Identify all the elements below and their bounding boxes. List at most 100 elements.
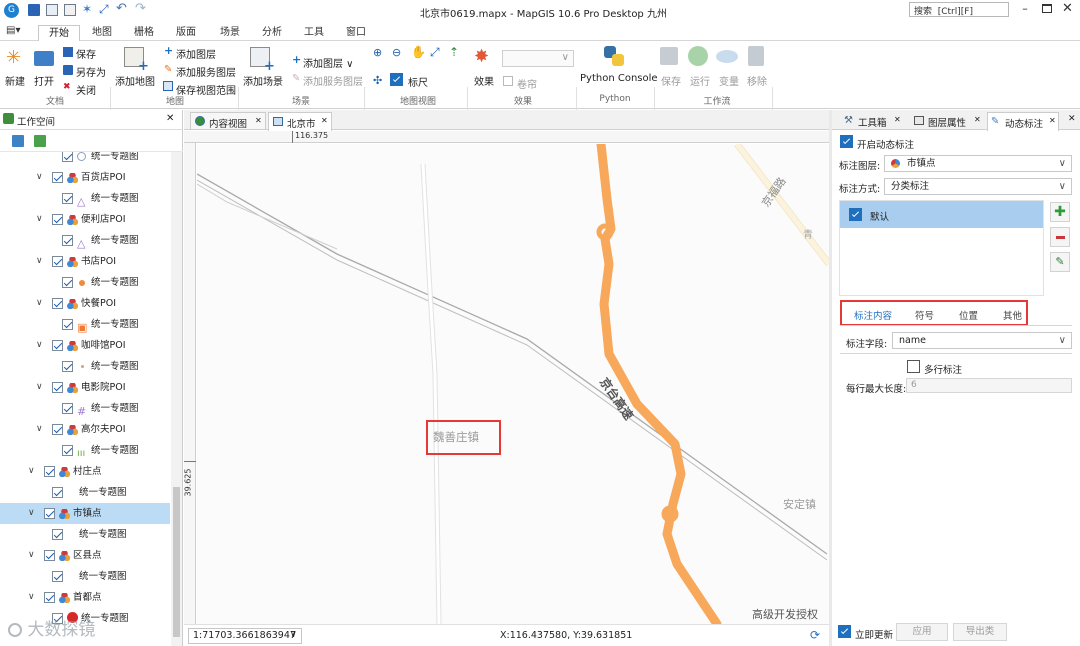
layer-visibility-checkbox[interactable] [62,361,73,372]
scene-add-layer-button[interactable]: 添加图层 ∨ [303,55,354,70]
effect-select[interactable]: ∨ [502,50,574,67]
tab-close-icon[interactable]: ✕ [894,115,901,124]
tree-theme-node[interactable]: 统一专题图 [0,152,170,167]
tree-theme-node[interactable]: # 统一专题图 [0,398,170,419]
variable-button[interactable]: 变量 [719,73,739,88]
minimize-button[interactable]: – [1020,3,1030,14]
zoom-in-icon[interactable]: ⊕ [373,46,382,59]
chevron-down-icon[interactable]: ∨ [28,461,36,476]
refresh-up-icon[interactable]: ⇡ [449,45,459,59]
remove-button[interactable]: 移除 [747,73,767,88]
chevron-down-icon[interactable]: ∨ [36,251,44,266]
undo-icon[interactable]: ↶ [116,1,127,16]
tree-theme-node[interactable]: ııı 统一专题图 [0,440,170,461]
open-icon[interactable] [46,4,58,16]
catalog-view-icon[interactable] [34,135,46,147]
tab-home[interactable]: 开始 [38,25,80,41]
subtab-content[interactable]: 标注内容 [854,308,892,322]
tree-theme-node[interactable]: 统一专题图 [0,482,170,503]
roller-button[interactable]: 卷帘 [517,76,537,91]
tree-layer-node[interactable]: ∨ 区县点 [0,545,170,566]
layer-add-icon[interactable] [64,4,76,16]
panel-close-icon[interactable]: ✕ [1068,114,1076,124]
save-as-button[interactable]: 另存为 [76,64,106,79]
layer-visibility-checkbox[interactable] [62,277,73,288]
sparkle-icon[interactable]: ✶ [82,2,92,16]
scale-ruler-checkbox[interactable] [390,73,403,86]
tab-analysis[interactable]: 分析 [254,25,290,41]
add-scene-button[interactable]: 添加场景 [243,73,283,88]
label-field-select[interactable]: name ∨ [892,332,1072,349]
tab-close-icon[interactable]: ✕ [974,115,981,124]
pan-hand-icon[interactable]: ✋ [411,45,426,59]
tab-beijing[interactable]: 北京市 ✕ [268,112,332,131]
tree-theme-node[interactable]: 统一专题图 [0,524,170,545]
chevron-down-icon[interactable]: ∨ [36,335,44,350]
tree-layer-node[interactable]: ∨ 快餐POI [0,293,170,314]
tree-layer-node[interactable]: ∨ 电影院POI [0,377,170,398]
save-button[interactable]: 保存 [76,46,96,61]
maximize-button[interactable] [1042,4,1052,13]
instant-update-checkbox[interactable] [838,625,851,638]
save-small-icon[interactable] [63,47,73,57]
save-as-icon[interactable] [63,65,73,75]
layer-visibility-checkbox[interactable] [52,382,63,393]
chevron-down-icon[interactable]: ∨ [36,209,44,224]
tab-content-view[interactable]: 内容视图 ✕ [190,112,266,130]
label-layer-select[interactable]: 市镇点 ∨ [884,155,1072,172]
new-button[interactable]: 新建 [5,73,25,88]
tab-window[interactable]: 窗口 [338,25,374,41]
layer-visibility-checkbox[interactable] [52,424,63,435]
add-map-button[interactable]: 添加地图 [115,73,155,88]
tab-dynamic-label[interactable]: ✎ 动态标注 ✕ [987,112,1059,131]
tab-tools[interactable]: 工具 [296,25,332,41]
tree-scrollbar[interactable] [171,152,182,646]
layer-visibility-checkbox[interactable] [62,445,73,456]
layer-visibility-checkbox[interactable] [52,298,63,309]
tree-theme-node[interactable]: 统一专题图 [0,272,170,293]
fullscreen-icon[interactable]: ⤢ [99,2,109,17]
new-icon[interactable]: ✳ [6,49,24,67]
tree-layer-node[interactable]: ∨ 百货店POI [0,167,170,188]
tree-theme-node[interactable]: △ 统一专题图 [0,230,170,251]
list-item-checkbox[interactable] [849,208,862,221]
layer-visibility-checkbox[interactable] [62,319,73,330]
add-service-layer-button[interactable]: 添加服务图层 [176,64,236,79]
layer-visibility-checkbox[interactable] [44,466,55,477]
scale-select[interactable]: 1:71703.3661863947 ∨ [188,628,302,644]
layer-visibility-checkbox[interactable] [52,172,63,183]
python-icon[interactable] [604,46,624,66]
selected-town-box[interactable]: 魏善庄镇 [426,420,501,455]
export-class-button[interactable]: 导出类 [953,623,1007,641]
tree-theme-node[interactable]: ▣ 统一专题图 [0,314,170,335]
layer-visibility-checkbox[interactable] [44,550,55,561]
layer-visibility-checkbox[interactable] [52,487,63,498]
python-console-button[interactable]: Python Console [580,73,658,84]
workspace-close-icon[interactable]: ✕ [166,113,174,124]
max-length-input[interactable]: 6 [906,378,1072,393]
layer-visibility-checkbox[interactable] [52,571,63,582]
layer-visibility-checkbox[interactable] [52,529,63,540]
tab-close-icon[interactable]: ✕ [1049,116,1056,125]
map-canvas[interactable]: 京台高速 京福路 安定镇 青 魏善庄镇 高级开发授权 [197,144,829,624]
layer-visibility-checkbox[interactable] [52,214,63,225]
tree-layer-node[interactable]: ∨ 高尔夫POI [0,419,170,440]
layer-visibility-checkbox[interactable] [62,403,73,414]
enable-dynamic-checkbox[interactable] [840,135,853,148]
zoom-out-icon[interactable]: ⊖ [392,46,401,59]
search-box[interactable]: 搜索 [Ctrl][F] [909,2,1009,17]
app-menu-button[interactable]: ▤▾ [6,25,28,38]
subtab-symbol[interactable]: 符号 [915,308,934,322]
tab-layout[interactable]: 版面 [168,25,204,41]
scene-add-service-layer-button[interactable]: 添加服务图层 [303,73,363,88]
tab-raster[interactable]: 栅格 [126,25,162,41]
workflow-save-button[interactable]: 保存 [661,73,681,88]
tab-scene[interactable]: 场景 [212,25,248,41]
tree-layer-node[interactable]: ∨ 便利店POI [0,209,170,230]
tree-layer-node[interactable]: ∨ 村庄点 [0,461,170,482]
add-layer-button[interactable]: 添加图层 [176,46,216,61]
tree-layer-node[interactable]: ∨ 书店POI [0,251,170,272]
run-button[interactable]: 运行 [690,73,710,88]
chevron-down-icon[interactable]: ∨ [28,587,36,602]
tree-theme-node[interactable]: △ 统一专题图 [0,188,170,209]
